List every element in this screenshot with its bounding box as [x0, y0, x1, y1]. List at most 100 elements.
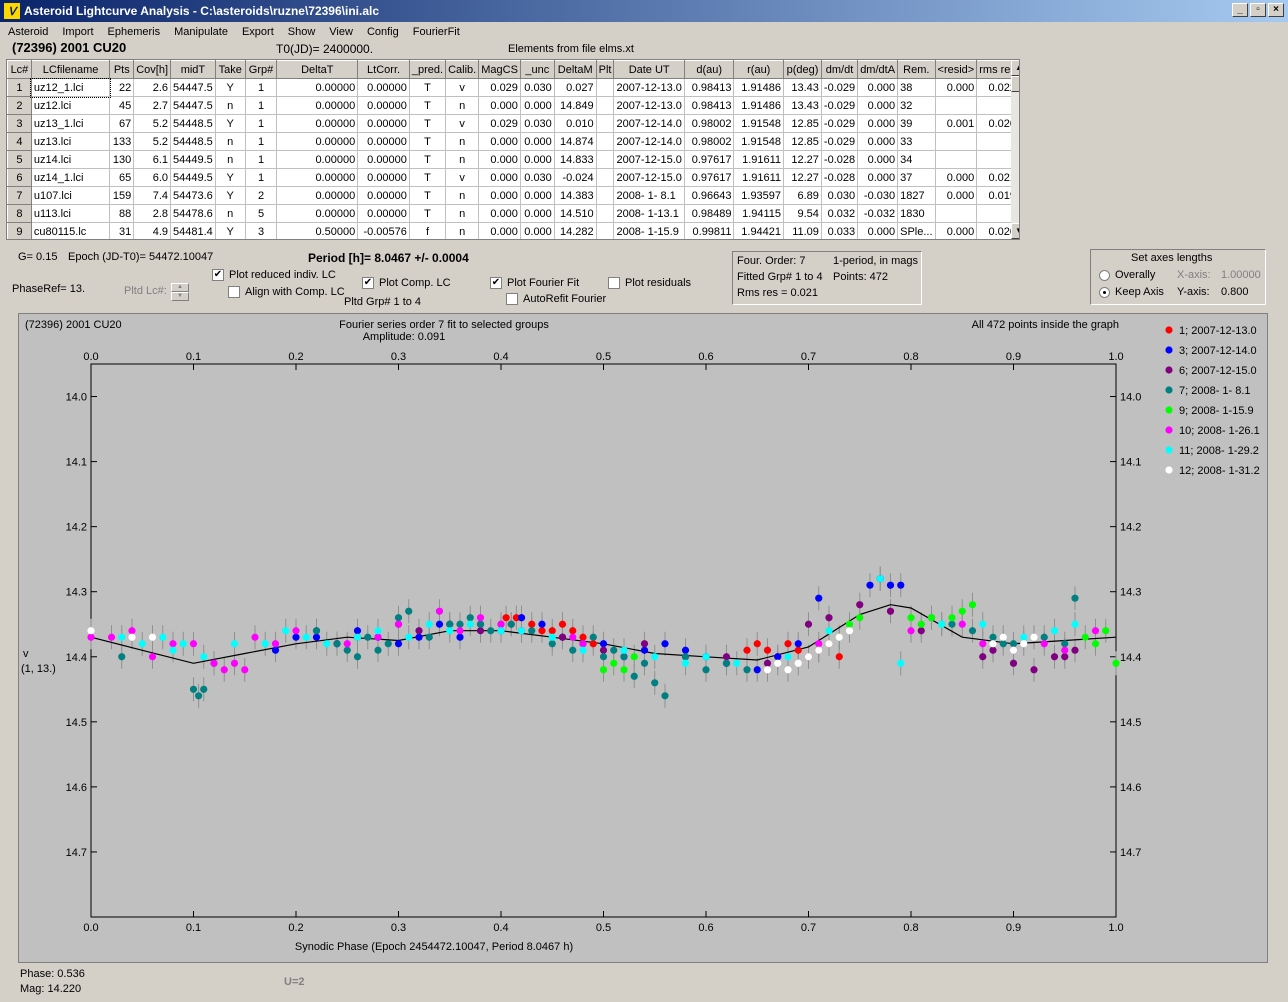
table-cell[interactable]: u113.lci [31, 204, 111, 223]
table-cell[interactable]: Y [215, 78, 246, 97]
table-cell[interactable]: -0.029 [821, 78, 859, 97]
plot-comp-checkbox[interactable]: ✔ Plot Comp. LC [362, 277, 451, 290]
column-header[interactable]: DeltaM [553, 60, 597, 79]
column-header[interactable]: Grp# [244, 60, 278, 79]
table-cell[interactable]: 0.96643 [684, 186, 735, 205]
menu-show[interactable]: Show [280, 26, 322, 38]
table-row[interactable]: 7 u107.lci 159 7.4 54473.6 Y 2 0.00000 0.00000 Tn… [7, 186, 1019, 205]
table-cell[interactable]: 0.000 [935, 186, 978, 205]
table-cell[interactable]: 0.033 [821, 222, 859, 239]
table-cell[interactable]: 0.97617 [684, 150, 735, 169]
table-cell[interactable]: 0.030 [520, 114, 555, 133]
table-cell[interactable]: 0.030 [520, 78, 555, 97]
table-cell[interactable]: 0.00000 [357, 168, 410, 187]
table-cell[interactable]: 2007-12-14.0 [613, 132, 685, 151]
table-cell[interactable]: 2008- 1-15.9 [613, 222, 685, 239]
table-row[interactable]: 2 uz12.lci 45 2.7 54447.5 n 1 0.00000 0.00000 Tn 0… [7, 96, 1019, 115]
table-cell[interactable]: 0.030 [821, 186, 859, 205]
table-cell[interactable]: 0.000 [520, 96, 555, 115]
table-row[interactable]: 4 uz13.lci 133 5.2 54448.5 n 1 0.00000 0.00000 Tn… [7, 132, 1019, 151]
table-row[interactable]: 8 u113.lci 88 2.8 54478.6 n 5 0.00000 0.00000 Tn 0… [7, 204, 1019, 223]
column-header[interactable]: _pred. [408, 60, 447, 79]
table-cell[interactable]: 0.00000 [357, 78, 410, 97]
table-cell[interactable]: 5.2 [133, 114, 172, 133]
table-cell[interactable]: 0.029 [478, 114, 521, 133]
table-row[interactable]: 6 uz14_1.lci 65 6.0 54449.5 Y 1 0.00000 0.00000 T… [7, 168, 1019, 187]
table-cell[interactable]: 5 [245, 204, 278, 223]
table-cell[interactable]: 1 [245, 114, 278, 133]
row-number[interactable]: 9 [7, 222, 32, 239]
table-cell[interactable]: uz14_1.lci [31, 168, 111, 187]
table-cell[interactable]: n [215, 204, 246, 223]
table-cell[interactable]: 1.94115 [733, 204, 785, 223]
table-cell[interactable]: n [445, 222, 480, 239]
plot-residuals-checkbox[interactable]: Plot residuals [608, 277, 691, 290]
table-cell[interactable]: 54447.5 [170, 96, 216, 115]
table-cell[interactable]: 133 [109, 132, 135, 151]
table-cell[interactable]: 0.000 [857, 132, 899, 151]
table-cell[interactable] [935, 132, 978, 151]
table-cell[interactable]: 0.00000 [276, 114, 359, 133]
table-cell[interactable]: 2007-12-15.0 [613, 168, 685, 187]
table-cell[interactable]: 0.030 [520, 168, 555, 187]
row-number[interactable]: 1 [7, 78, 32, 97]
table-cell[interactable]: 54449.5 [170, 168, 216, 187]
table-cell[interactable]: v [445, 78, 480, 97]
table-cell[interactable]: uz14.lci [31, 150, 111, 169]
column-header[interactable]: midT [170, 60, 216, 79]
column-header[interactable]: Pts [109, 60, 135, 79]
table-cell[interactable]: v [445, 168, 480, 187]
table-cell[interactable]: Y [215, 168, 246, 187]
plot-reduced-checkbox[interactable]: ✔ Plot reduced indiv. LC [212, 269, 336, 282]
table-cell[interactable]: 0.001 [935, 114, 978, 133]
table-cell[interactable] [596, 96, 615, 115]
table-cell[interactable] [935, 204, 978, 223]
table-cell[interactable]: 0.000 [478, 204, 521, 223]
scroll-down-icon[interactable]: ▼ [1011, 223, 1019, 239]
table-cell[interactable]: -0.028 [821, 168, 859, 187]
column-header[interactable]: d(au) [683, 60, 735, 79]
table-cell[interactable]: 1.94421 [733, 222, 785, 239]
table-cell[interactable]: 2 [245, 186, 278, 205]
table-cell[interactable]: uz12_1.lci [30, 77, 111, 98]
table-cell[interactable]: Y [215, 186, 246, 205]
table-cell[interactable]: 0.00000 [276, 204, 359, 223]
table-row[interactable]: 5 uz14.lci 130 6.1 54449.5 n 1 0.00000 0.00000 Tn… [7, 150, 1019, 169]
table-cell[interactable]: 1.91548 [733, 132, 785, 151]
table-cell[interactable]: 32 [897, 96, 936, 115]
column-header[interactable]: dm/dtA [857, 60, 899, 79]
row-number[interactable]: 6 [7, 168, 32, 187]
table-cell[interactable]: 0.000 [935, 78, 978, 97]
column-header[interactable]: Plt [595, 60, 615, 79]
table-cell[interactable]: T [409, 96, 447, 115]
table-cell[interactable]: 0.000 [478, 132, 521, 151]
table-cell[interactable]: 0.00000 [357, 186, 410, 205]
table-cell[interactable]: 14.383 [554, 186, 597, 205]
row-number[interactable]: 8 [7, 204, 32, 223]
column-header[interactable]: LtCorr. [357, 60, 410, 79]
table-cell[interactable]: 0.000 [520, 132, 555, 151]
table-cell[interactable]: n [445, 96, 480, 115]
table-cell[interactable]: 37 [897, 168, 936, 187]
table-cell[interactable]: 3 [245, 222, 278, 239]
spin-up-icon[interactable]: ▲ [171, 283, 189, 292]
table-cell[interactable]: n [445, 186, 480, 205]
table-cell[interactable]: 130 [109, 150, 135, 169]
table-cell[interactable]: 0.00000 [357, 204, 410, 223]
table-cell[interactable]: 7.4 [133, 186, 172, 205]
table-cell[interactable]: 0.97617 [684, 168, 735, 187]
table-cell[interactable]: 0.027 [554, 78, 597, 97]
table-cell[interactable]: 54448.5 [170, 132, 216, 151]
table-cell[interactable]: 0.00000 [357, 96, 410, 115]
menu-manipulate[interactable]: Manipulate [166, 26, 234, 38]
column-header[interactable]: p(deg) [783, 60, 822, 79]
table-cell[interactable]: 38 [897, 78, 936, 97]
table-cell[interactable]: 54478.6 [170, 204, 216, 223]
table-cell[interactable]: v [445, 114, 480, 133]
table-cell[interactable]: 2.7 [133, 96, 172, 115]
table-cell[interactable]: 0.000 [935, 168, 978, 187]
close-button[interactable]: × [1268, 3, 1284, 17]
table-cell[interactable]: uz13_1.lci [31, 114, 111, 133]
table-cell[interactable] [596, 78, 615, 97]
column-header[interactable]: Calib. [445, 60, 480, 79]
